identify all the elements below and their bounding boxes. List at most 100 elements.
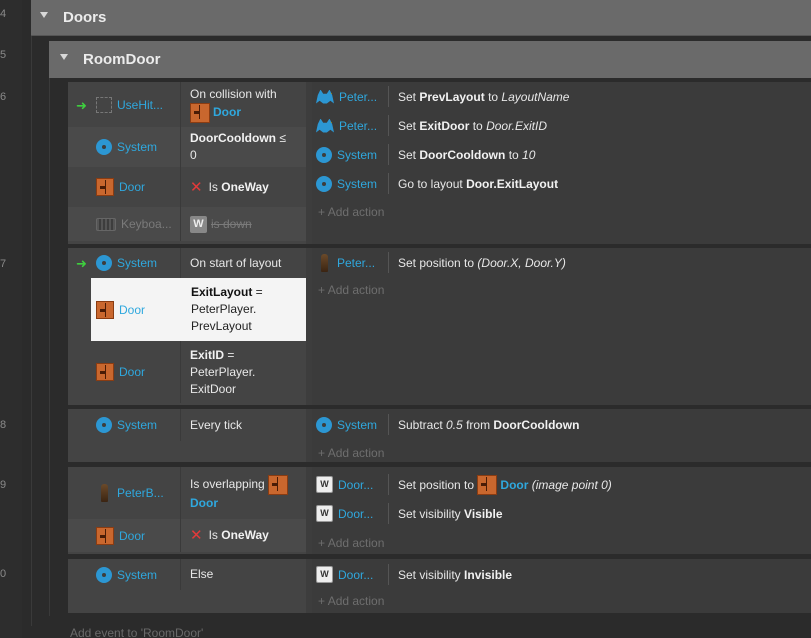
value: Door.ExitID [486,118,547,133]
add-action-button[interactable]: + Add action [318,283,384,297]
divider [180,559,181,590]
line-number: 6 [0,91,7,103]
divider [180,167,181,207]
condition-text[interactable]: ExitID = PeterPlayer. ExitDoor [190,341,302,403]
line-gutter: 4 5 6 7 8 9 0 [0,0,22,638]
add-event-link[interactable]: Add event to 'RoomDoor' [70,626,203,638]
condition-text[interactable]: ✕ Is OneWay [190,519,302,552]
collapse-caret-icon[interactable] [40,12,48,18]
condition-text[interactable]: Every tick [190,409,302,441]
conditions-area: System Every tick [68,409,306,462]
action-verb: Set visibility [398,567,461,582]
group-indent-line [31,36,32,626]
condition-object[interactable]: Door [68,519,180,552]
condition-object[interactable]: System [68,559,180,590]
variable-name: ExitLayout [191,285,253,299]
action-row[interactable]: System Subtract 0.5 from DoorCooldown [312,410,811,439]
condition-row[interactable]: UseHit... On collision with Door [68,82,306,127]
event-block[interactable]: PeterB... Is overlapping Door Door ✕ Is O… [68,467,811,554]
condition-row[interactable]: System DoorCooldown ≤0 [68,127,306,167]
condition-row-selected[interactable]: Door ExitLayout = PeterPlayer. PrevLayout [91,278,306,341]
condition-object[interactable]: System [68,409,180,441]
condition-text[interactable]: ✕ Is OneWay [190,167,302,207]
value: (Door.X, Door.Y) [477,255,566,270]
operator: ≤ [275,131,286,145]
condition-object[interactable]: Door [91,278,180,341]
door-icon [96,178,114,196]
group-roomdoor-header[interactable]: RoomDoor [49,41,811,78]
condition-object[interactable]: PeterB... [68,467,180,519]
condition-row[interactable]: System Else [68,559,306,590]
action-word: to [508,147,519,162]
add-action-button[interactable]: + Add action [318,536,384,550]
condition-row[interactable]: Door ✕ Is OneWay [68,519,306,552]
condition-object[interactable]: Door [68,341,180,403]
action-row[interactable]: W Door... Set visibility Invisible [312,560,811,589]
condition-row-disabled[interactable]: Keyboa... Wis down [68,207,306,241]
divider [180,409,181,441]
conditions-area: ➜ UseHit... On collision with Door Syste… [68,82,306,244]
action-row[interactable]: System Set DoorCooldown to 10 [312,140,811,169]
condition-object[interactable]: Keyboa... [68,207,180,241]
action-verb: Set [398,89,417,104]
variable-name: OneWay [221,179,269,194]
door-icon [96,300,114,319]
condition-label: On collision with [190,87,277,101]
system-gear-icon [96,139,112,155]
divider [180,248,181,278]
event-block[interactable]: ➜ System On start of layout Door ExitLay… [68,248,811,405]
condition-row[interactable]: Door ✕ Is OneWay [68,167,306,207]
condition-object[interactable]: Door [68,167,180,207]
condition-object[interactable]: System [68,127,180,167]
player-sprite-icon [321,253,328,272]
condition-text[interactable]: On collision with Door [190,82,302,127]
condition-text[interactable]: ExitLayout = PeterPlayer. PrevLayout [191,278,302,341]
action-row[interactable]: Peter... Set PrevLayout to LayoutName [312,82,811,111]
operator: = [224,347,235,362]
action-row[interactable]: Peter... Set ExitDoor to Door.ExitID [312,111,811,140]
add-action-button[interactable]: + Add action [318,446,384,460]
action-row[interactable]: Peter... Set position to (Door.X, Door.Y… [312,248,811,277]
condition-prefix: Is [208,179,218,194]
condition-row[interactable]: Door ExitID = PeterPlayer. ExitDoor [68,341,306,403]
collapse-caret-icon[interactable] [60,54,68,60]
event-block[interactable]: System Else W Door... Set visibility Invi… [68,559,811,613]
variable-name: ExitDoor [419,118,470,133]
variable-name: OneWay [221,528,269,542]
object-name: System [117,256,158,270]
condition-text[interactable]: On start of layout [190,248,302,278]
add-action-button[interactable]: + Add action [318,594,384,608]
action-word: to [472,118,483,133]
condition-label: Is overlapping [190,476,265,491]
actions-area: Peter... Set PrevLayout to LayoutName Pe… [312,82,811,244]
variable-name: ExitID [190,347,225,362]
target-object: Door [213,105,241,120]
line-number: 7 [0,258,7,270]
condition-object[interactable]: System [68,248,180,278]
actions-area: W Door... Set visibility Invisible + Add … [312,559,811,613]
action-verb: Set [398,147,417,162]
condition-row[interactable]: System Every tick [68,409,306,441]
condition-text[interactable]: Else [190,559,302,590]
group-doors-header[interactable]: Doors [31,0,811,36]
condition-row[interactable]: PeterB... Is overlapping Door [68,467,306,519]
value: 0.5 [446,417,463,432]
object-name: System [117,418,158,432]
object-name: Door... [338,567,374,582]
condition-text[interactable]: Is overlapping Door [190,467,302,519]
object-name: Peter... [337,255,376,270]
event-block[interactable]: ➜ UseHit... On collision with Door Syste… [68,82,811,244]
sprite-placeholder-icon [96,96,112,113]
add-action-button[interactable]: + Add action [318,205,384,219]
condition-text[interactable]: DoorCooldown ≤0 [190,127,302,167]
condition-row[interactable]: System On start of layout [68,248,306,278]
event-block[interactable]: System Every tick System Subtract 0.5 fr… [68,409,811,462]
action-row[interactable]: W Door... Set position to Door (image poi… [312,470,811,499]
condition-object[interactable]: UseHit... [68,82,180,127]
condition-text[interactable]: Wis down [190,207,302,241]
system-gear-icon [96,255,112,271]
action-row[interactable]: System Go to layout Door.ExitLayout [312,169,811,198]
invert-x-icon: ✕ [190,527,203,544]
action-row[interactable]: W Door... Set visibility Visible [312,499,811,528]
group-indent-line [49,78,50,616]
